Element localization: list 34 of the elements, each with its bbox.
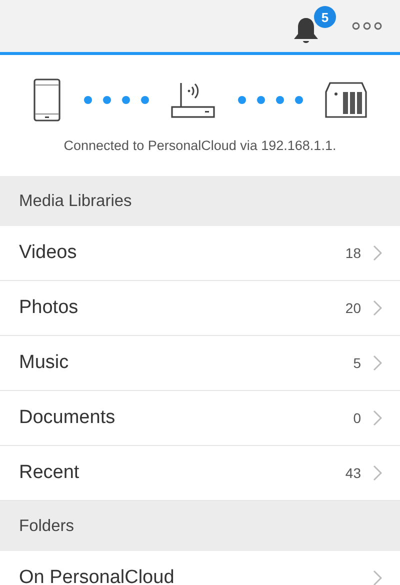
connection-dots-icon: [237, 95, 303, 105]
library-row[interactable]: Music 5: [0, 336, 400, 391]
row-label: Recent: [19, 462, 80, 484]
library-row[interactable]: Videos 18: [0, 226, 400, 281]
connection-dots-icon: [83, 95, 149, 105]
library-row[interactable]: Photos 20: [0, 281, 400, 336]
item-count: 43: [345, 465, 361, 481]
item-count: 18: [345, 245, 361, 261]
library-row[interactable]: On PersonalCloud: [0, 551, 400, 585]
item-count: 20: [345, 300, 361, 316]
row-label: On PersonalCloud: [19, 567, 176, 585]
section-header: Media Libraries: [0, 176, 400, 226]
chevron-icon: [373, 465, 382, 481]
bell-icon: [292, 16, 320, 46]
router-icon: [171, 81, 215, 119]
row-label: Documents: [19, 407, 116, 429]
chevron-icon: [373, 300, 382, 316]
item-count: 0: [353, 410, 361, 426]
phone-icon: [33, 78, 61, 122]
row-label: Photos: [19, 297, 80, 319]
storage-server-icon: [325, 82, 367, 118]
item-count: 5: [353, 355, 361, 371]
notifications-button[interactable]: 5: [292, 6, 336, 46]
chevron-icon: [373, 570, 382, 585]
row-label: Videos: [19, 242, 78, 264]
notification-badge: 5: [314, 6, 336, 28]
section-header: Folders: [0, 501, 400, 551]
chevron-icon: [373, 355, 382, 371]
more-icon[interactable]: [352, 22, 382, 30]
chevron-icon: [373, 410, 382, 426]
chevron-icon: [373, 245, 382, 261]
row-label: Music: [19, 352, 70, 374]
library-row[interactable]: Documents 0: [0, 391, 400, 446]
connection-status: Connected to PersonalCloud via 192.168.1.1.: [64, 138, 336, 153]
